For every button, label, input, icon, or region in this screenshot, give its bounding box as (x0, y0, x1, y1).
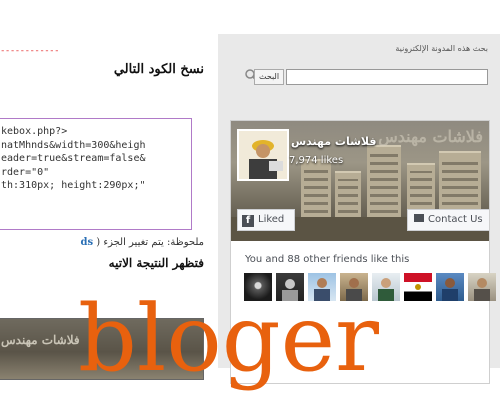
friend-avatar[interactable] (404, 273, 432, 301)
note-highlight: ds (80, 237, 94, 248)
person-photo-icon (346, 278, 362, 301)
preview-title: فلاشات مهندس (1, 333, 80, 347)
code-line: eader=true&stream=false& (1, 153, 146, 164)
search-widget-title: بحث هذه المدونة الإلكترونية (395, 44, 488, 53)
liked-label: Liked (258, 214, 285, 225)
dashed-separator: ------------------- (0, 46, 60, 56)
code-line: kebox.php?> (1, 126, 68, 137)
fb-like-count: 7,974 likes (289, 155, 344, 166)
building-shape (367, 145, 401, 219)
friend-avatar[interactable] (276, 273, 304, 301)
person-photo-icon (314, 278, 330, 301)
envelope-icon (414, 214, 424, 222)
egypt-flag-icon (415, 284, 421, 290)
result-heading: فتظهر النتيجة الاتيه (108, 256, 204, 270)
friend-avatar[interactable] (436, 273, 464, 301)
code-block[interactable]: kebox.php?> natMhnds&width=300&heigh ead… (0, 118, 192, 230)
friends-like-text: You and 88 other friends like this (245, 254, 410, 265)
building-shape (335, 171, 361, 219)
fb-cover-photo[interactable]: فلاشات مهندس فلاشات مهندس 7,974 likes fL… (231, 121, 489, 241)
engineer-avatar-icon (239, 131, 287, 179)
search-input[interactable] (286, 69, 488, 85)
code-line: rder="0" (1, 166, 50, 178)
person-photo-icon (474, 278, 490, 301)
contact-us-button[interactable]: Contact Us (407, 209, 489, 231)
building-shape (301, 159, 331, 219)
liked-button[interactable]: f Liked (237, 209, 295, 231)
person-photo-icon (442, 278, 458, 301)
fb-page-name[interactable]: فلاشات مهندس (291, 135, 376, 148)
sidebar: بحث هذه المدونة الإلكترونية البحث فلاشات… (218, 34, 500, 384)
copy-code-heading: نسخ الكود التالي (113, 62, 204, 77)
article-column: ------------------- نسخ الكود التالي keb… (0, 0, 218, 400)
friend-avatar[interactable] (372, 273, 400, 301)
friend-avatar[interactable] (308, 273, 336, 301)
note-text: ملحوظة: يتم تغيير الجزء ( ds (80, 237, 204, 248)
person-photo-icon (282, 279, 298, 301)
friend-avatar[interactable] (340, 273, 368, 301)
search-button[interactable]: البحث (254, 69, 285, 85)
facebook-page-widget: فلاشات مهندس فلاشات مهندس 7,974 likes fL… (230, 120, 496, 384)
note-prefix: ملحوظة: يتم تغيير الجزء ( (96, 237, 204, 248)
cover-overlay-text: فلاشات مهندس (378, 127, 483, 146)
facebook-f-icon: f (242, 215, 254, 227)
code-line: natMhnds&width=300&heigh (1, 139, 146, 151)
fb-page-avatar[interactable] (237, 129, 289, 181)
contact-label: Contact Us (428, 214, 483, 225)
friend-avatar[interactable] (468, 273, 496, 301)
result-preview-image: فلاشات مهندس (0, 318, 204, 380)
code-line: th:310px; height:290px;" (1, 180, 146, 191)
friend-avatar[interactable] (244, 273, 272, 301)
person-photo-icon (378, 278, 394, 301)
